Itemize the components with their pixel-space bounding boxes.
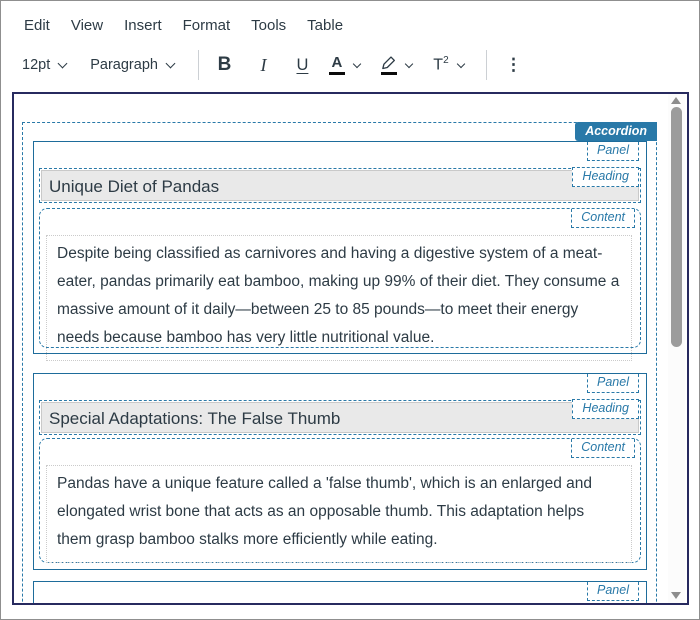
- menu-edit[interactable]: Edit: [22, 16, 52, 35]
- editor-menubar: Edit View Insert Format Tools Table: [1, 1, 699, 35]
- block-format-value: Paragraph: [90, 57, 158, 73]
- text-color-swatch: [328, 71, 345, 76]
- accordion-panel-1[interactable]: Panel Unique Diet of Pandas Heading Cont…: [33, 141, 647, 361]
- scrollbar-thumb[interactable]: [671, 107, 682, 347]
- italic-button[interactable]: I: [244, 49, 283, 81]
- panel-tag-badge: Panel: [587, 142, 639, 161]
- text-color-icon: A: [328, 55, 345, 76]
- chevron-down-icon: [165, 58, 176, 69]
- scroll-down-arrow-icon[interactable]: [671, 592, 681, 599]
- block-format-select[interactable]: Paragraph: [90, 57, 176, 73]
- text-color-button[interactable]: A: [322, 49, 352, 81]
- content-tag-badge: Content: [571, 209, 635, 228]
- accordion-panel-3[interactable]: Panel: [33, 581, 647, 603]
- highlight-color-button[interactable]: [374, 49, 404, 81]
- toolbar-divider: [197, 50, 199, 80]
- chevron-down-icon: [57, 58, 68, 69]
- bold-button[interactable]: B: [205, 49, 244, 81]
- panel-1-heading-outline: Unique Diet of Pandas Heading: [39, 167, 641, 203]
- rich-content-editor: { "menubar": { "items": ["Edit", "View",…: [0, 0, 700, 620]
- panel-tag-badge: Panel: [587, 582, 639, 601]
- font-size-select[interactable]: 12pt: [22, 57, 68, 73]
- accordion-tag-badge: Accordion: [575, 122, 657, 141]
- chevron-down-icon[interactable]: [456, 59, 466, 69]
- underline-icon: U: [296, 55, 309, 74]
- panel-2-content-text[interactable]: Pandas have a unique feature called a 'f…: [46, 465, 632, 563]
- panel-tag-badge: Panel: [587, 374, 639, 393]
- italic-icon: I: [260, 54, 267, 75]
- superscript-button[interactable]: T2: [426, 49, 456, 81]
- editor-body[interactable]: Accordion Panel Unique Diet of Pandas He…: [12, 92, 689, 605]
- bold-icon: B: [217, 54, 232, 75]
- accordion-block[interactable]: Accordion Panel Unique Diet of Pandas He…: [22, 122, 657, 603]
- superscript-icon: T2: [433, 55, 449, 74]
- highlighter-icon: [380, 55, 397, 76]
- menu-table[interactable]: Table: [305, 16, 345, 35]
- highlight-color-swatch: [380, 71, 397, 76]
- menu-insert[interactable]: Insert: [122, 16, 164, 35]
- content-tag-badge: Content: [571, 439, 635, 458]
- toolbar-divider: [485, 50, 487, 80]
- menu-tools[interactable]: Tools: [249, 16, 288, 35]
- menu-format[interactable]: Format: [181, 16, 233, 35]
- menu-view[interactable]: View: [69, 16, 105, 35]
- panel-1-content-text[interactable]: Despite being classified as carnivores a…: [46, 235, 632, 361]
- editor-scrollbar[interactable]: [668, 94, 685, 603]
- panel-1-heading[interactable]: Unique Diet of Pandas: [41, 170, 639, 201]
- toolbar-overflow-button[interactable]: ⋮: [505, 55, 522, 75]
- chevron-down-icon[interactable]: [352, 59, 362, 69]
- panel-2-content-region: Content Pandas have a unique feature cal…: [39, 438, 641, 563]
- underline-button[interactable]: U: [283, 49, 322, 81]
- scroll-up-arrow-icon[interactable]: [671, 97, 681, 104]
- panel-1-content-region: Content Despite being classified as carn…: [39, 208, 641, 361]
- font-size-value: 12pt: [22, 57, 51, 73]
- chevron-down-icon[interactable]: [404, 59, 414, 69]
- panel-2-heading-outline: Special Adaptations: The False Thumb Hea…: [39, 399, 641, 435]
- heading-tag-badge: Heading: [572, 167, 639, 187]
- accordion-panel-2[interactable]: Panel Special Adaptations: The False Thu…: [33, 373, 647, 570]
- heading-tag-badge: Heading: [572, 399, 639, 419]
- editor-toolbar: 12pt Paragraph B I U A T2 ⋮: [1, 48, 699, 82]
- panel-2-heading[interactable]: Special Adaptations: The False Thumb: [41, 402, 639, 433]
